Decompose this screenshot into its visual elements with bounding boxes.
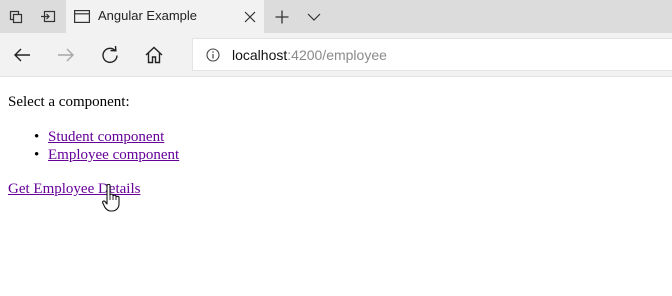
set-aside-tabs-button[interactable] [32,0,64,33]
close-icon [244,11,256,23]
url-text[interactable]: localhost:4200/employee [232,47,387,63]
page-content: Select a component: Student component Em… [0,78,672,296]
close-tab-button[interactable] [242,9,258,25]
address-bar[interactable]: localhost:4200/employee [192,38,672,71]
refresh-icon [102,46,118,64]
set-aside-tabs-icon [41,10,56,22]
employee-component-link[interactable]: Employee component [48,147,179,163]
tab-strip: Angular Example [0,0,672,33]
navigation-bar: localhost:4200/employee [0,33,672,77]
tab-list-button[interactable] [298,0,330,33]
forward-icon [58,48,74,62]
list-item: Student component [34,128,179,146]
chevron-down-icon [307,13,321,21]
component-list: Student component Employee component [34,128,179,164]
url-path: :4200/employee [287,47,387,63]
page-icon [74,10,90,23]
new-tab-button[interactable] [266,0,298,33]
refresh-button[interactable] [94,39,126,71]
tab-actions-icon [9,10,23,23]
forward-button[interactable] [50,39,82,71]
hand-pointer-icon [102,183,120,212]
home-button[interactable] [138,39,170,71]
site-info-icon[interactable] [206,48,220,62]
tab-angular-example[interactable]: Angular Example [66,0,264,33]
tab-actions-button[interactable] [0,0,32,33]
url-host: localhost [232,47,288,63]
home-icon [145,46,163,64]
list-item: Employee component [34,146,179,164]
select-component-label: Select a component: [8,94,130,110]
student-component-link[interactable]: Student component [48,129,164,145]
new-tab-icon [275,10,289,23]
tab-title: Angular Example [98,8,197,23]
back-icon [14,48,30,62]
back-button[interactable] [6,39,38,71]
